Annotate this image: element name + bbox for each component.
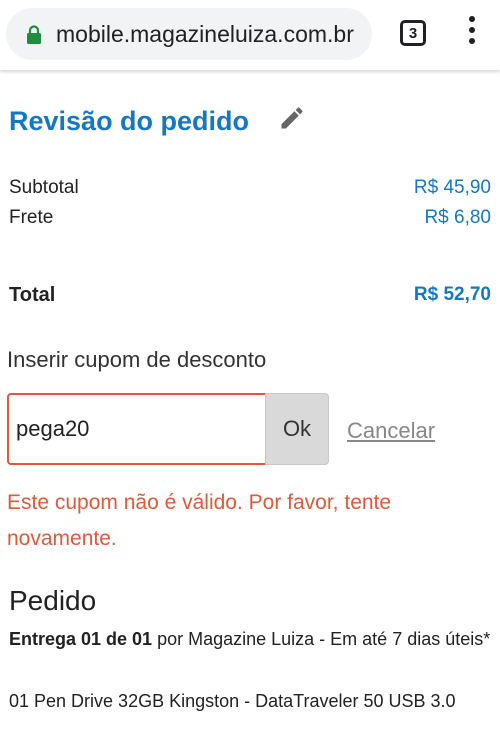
delivery-count: Entrega 01 de 01 xyxy=(9,629,153,649)
address-bar[interactable]: mobile.magazineluiza.com.br xyxy=(6,8,372,60)
order-section-title: Pedido xyxy=(9,585,97,616)
coupon-label: Inserir cupom de desconto xyxy=(7,347,267,372)
pencil-icon[interactable] xyxy=(278,104,306,132)
lock-icon xyxy=(27,25,41,44)
coupon-cancel-link[interactable]: Cancelar xyxy=(347,418,435,444)
total-label: Total xyxy=(9,284,56,306)
coupon-input[interactable] xyxy=(7,393,267,465)
subtotal-value: R$ 45,90 xyxy=(413,177,491,198)
product-line: 01 Pen Drive 32GB Kingston - DataTravele… xyxy=(9,691,456,711)
browser-toolbar: mobile.magazineluiza.com.br 3 xyxy=(0,0,500,70)
subtotal-label: Subtotal xyxy=(9,177,79,198)
page-title: Revisão do pedido xyxy=(9,106,250,136)
delivery-details: por Magazine Luiza - Em até 7 dias úteis… xyxy=(152,629,491,649)
tab-switcher-button[interactable]: 3 xyxy=(400,20,426,46)
url-text: mobile.magazineluiza.com.br xyxy=(56,21,354,47)
more-vert-icon[interactable] xyxy=(462,16,482,50)
frete-label: Frete xyxy=(9,207,54,228)
coupon-error-message: Este cupom não é válido. Por favor, tent… xyxy=(7,491,392,550)
coupon-ok-button[interactable]: Ok xyxy=(265,393,329,465)
delivery-info: Entrega 01 de 01 por Magazine Luiza - Em… xyxy=(9,624,494,655)
total-value: R$ 52,70 xyxy=(413,284,491,305)
frete-value: R$ 6,80 xyxy=(424,207,491,228)
